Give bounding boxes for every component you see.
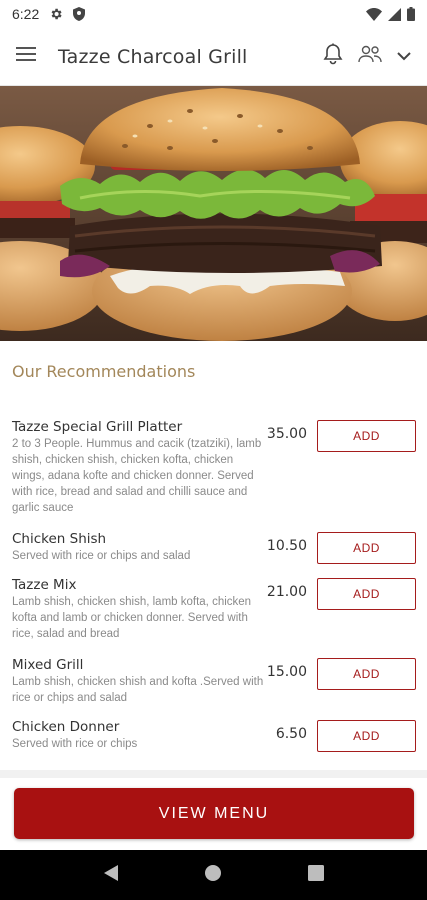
add-button[interactable]: ADD xyxy=(317,420,416,452)
menu-item-price: 6.50 xyxy=(275,726,307,742)
menu-item-price: 15.00 xyxy=(266,664,307,680)
back-icon[interactable] xyxy=(103,864,119,887)
hero-burger-image xyxy=(0,86,427,341)
shield-icon xyxy=(73,7,86,21)
status-bar: 6:22 xyxy=(0,0,427,28)
app-title: Tazze Charcoal Grill xyxy=(58,45,248,68)
app-bar: Tazze Charcoal Grill xyxy=(0,28,427,86)
menu-item-description: Lamb shish, chicken shish and kofta .Ser… xyxy=(12,676,264,704)
settings-icon xyxy=(49,7,63,21)
wifi-icon xyxy=(366,7,382,21)
menu-item: Tazze Mix Lamb shish, chicken shish, lam… xyxy=(0,576,427,656)
status-time: 6:22 xyxy=(12,6,40,22)
chevron-down-icon[interactable] xyxy=(397,48,411,66)
menu-icon[interactable] xyxy=(16,47,36,66)
menu-item-price: 21.00 xyxy=(266,584,307,600)
add-button[interactable]: ADD xyxy=(317,578,416,610)
add-button[interactable]: ADD xyxy=(317,658,416,690)
recommendations-title: Our Recommendations xyxy=(12,362,196,381)
menu-item-price: 35.00 xyxy=(266,426,307,442)
users-icon[interactable] xyxy=(357,44,383,69)
recommendations-list: Tazze Special Grill Platter 2 to 3 Peopl… xyxy=(0,418,427,764)
menu-item-price: 10.50 xyxy=(266,538,307,554)
menu-item: Chicken Shish Served with rice or chips … xyxy=(0,530,427,576)
menu-item: Chicken Donner Served with rice or chips… xyxy=(0,718,427,764)
battery-icon xyxy=(407,7,415,21)
system-nav-bar xyxy=(0,850,427,900)
divider xyxy=(0,770,427,778)
menu-item-description: 2 to 3 People. Hummus and cacik (tzatzik… xyxy=(12,438,262,514)
recents-icon[interactable] xyxy=(308,864,325,886)
menu-item-description: Lamb shish, chicken shish, lamb kofta, c… xyxy=(12,596,252,640)
menu-item-description: Served with rice or chips and salad xyxy=(12,550,191,562)
menu-item: Tazze Special Grill Platter 2 to 3 Peopl… xyxy=(0,418,427,530)
view-menu-button[interactable]: VIEW MENU xyxy=(14,788,414,839)
menu-item: Mixed Grill Lamb shish, chicken shish an… xyxy=(0,656,427,718)
bell-icon[interactable] xyxy=(323,43,343,70)
add-button[interactable]: ADD xyxy=(317,532,416,564)
add-button[interactable]: ADD xyxy=(317,720,416,752)
signal-icon xyxy=(388,7,401,21)
home-icon[interactable] xyxy=(204,864,222,887)
menu-item-description: Served with rice or chips xyxy=(12,738,138,750)
